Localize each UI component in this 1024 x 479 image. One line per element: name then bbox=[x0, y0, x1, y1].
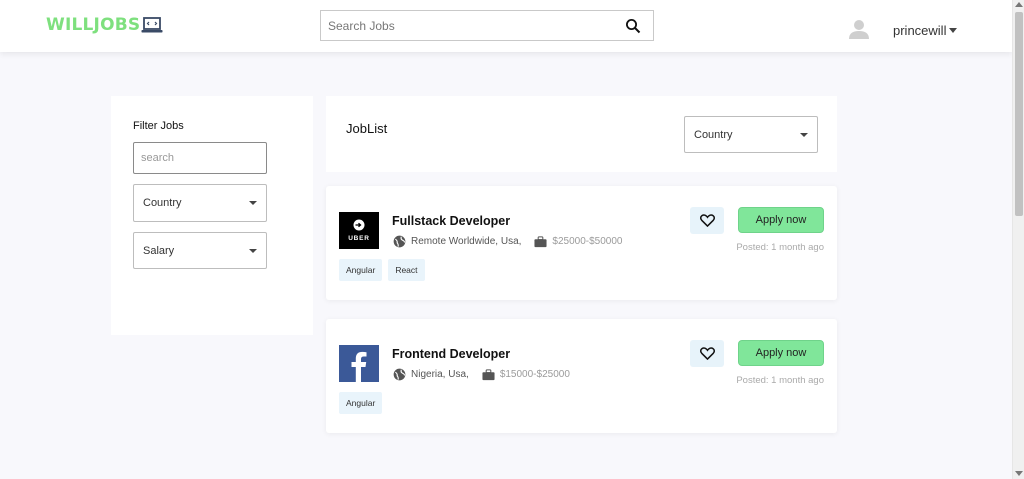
skill-tag[interactable]: Angular bbox=[339, 392, 383, 414]
job-tags: Angular bbox=[339, 392, 388, 414]
job-title[interactable]: Fullstack Developer bbox=[392, 214, 510, 228]
filter-title: Filter Jobs bbox=[133, 120, 184, 132]
globe-icon bbox=[393, 235, 406, 248]
job-card[interactable]: UBER Fullstack Developer Remote Worldwid… bbox=[326, 186, 837, 300]
filter-country-label: Country bbox=[143, 197, 182, 209]
top-navbar: WILLJOBS princewill bbox=[0, 0, 1012, 52]
facebook-logo-icon bbox=[339, 345, 379, 382]
favorite-button[interactable] bbox=[690, 340, 724, 367]
brand-logo[interactable]: WILLJOBS bbox=[46, 15, 163, 35]
job-meta: Remote Worldwide, Usa, $25000-$50000 bbox=[393, 235, 623, 248]
page-scrollbar[interactable] bbox=[1012, 0, 1024, 479]
filter-panel: Filter Jobs Country Salary bbox=[111, 96, 313, 335]
search-icon[interactable] bbox=[625, 18, 641, 34]
briefcase-icon bbox=[534, 235, 547, 247]
uber-logo-icon: UBER bbox=[339, 212, 379, 249]
caret-down-icon bbox=[949, 28, 958, 33]
briefcase-icon bbox=[482, 368, 495, 380]
heart-icon bbox=[699, 214, 715, 227]
filter-country-select[interactable]: Country bbox=[133, 184, 267, 222]
skill-tag[interactable]: Angular bbox=[339, 259, 383, 281]
heart-icon bbox=[699, 347, 715, 360]
user-avatar-icon[interactable] bbox=[849, 19, 869, 39]
job-card[interactable]: Frontend Developer Nigeria, Usa, $15000-… bbox=[326, 319, 837, 433]
favorite-button[interactable] bbox=[690, 207, 724, 234]
brand-logo-text: WILLJOBS bbox=[46, 15, 141, 35]
dropdown-caret-icon bbox=[249, 248, 257, 253]
dropdown-caret-icon bbox=[800, 132, 808, 137]
job-salary: $25000-$50000 bbox=[552, 236, 623, 247]
scrollbar-thumb[interactable] bbox=[1015, 12, 1023, 216]
username-label: princewill bbox=[893, 23, 947, 38]
posted-date: Posted: 1 month ago bbox=[736, 242, 824, 253]
job-salary: $15000-$25000 bbox=[499, 369, 570, 380]
dropdown-caret-icon bbox=[249, 201, 257, 205]
globe-icon bbox=[393, 368, 406, 381]
uber-logo-text: UBER bbox=[348, 235, 370, 242]
job-search-input[interactable] bbox=[321, 11, 625, 40]
scroll-up-arrow-icon[interactable] bbox=[1015, 2, 1023, 7]
apply-now-button[interactable]: Apply now bbox=[738, 340, 824, 366]
joblist-header: JobList Country bbox=[326, 96, 837, 172]
joblist-country-label: Country bbox=[694, 128, 733, 141]
skill-tag[interactable]: React bbox=[388, 259, 425, 281]
laptop-code-icon bbox=[141, 17, 163, 33]
job-title[interactable]: Frontend Developer bbox=[392, 347, 510, 361]
job-meta: Nigeria, Usa, $15000-$25000 bbox=[393, 368, 570, 381]
joblist-title: JobList bbox=[346, 121, 388, 136]
job-tags: Angular React bbox=[339, 259, 431, 281]
filter-salary-select[interactable]: Salary bbox=[133, 232, 267, 269]
joblist-country-select[interactable]: Country bbox=[684, 116, 818, 153]
scroll-down-arrow-icon[interactable] bbox=[1015, 471, 1023, 476]
job-location: Remote Worldwide, Usa, bbox=[411, 236, 522, 247]
posted-date: Posted: 1 month ago bbox=[736, 375, 824, 386]
job-search-bar bbox=[320, 10, 654, 41]
apply-now-button[interactable]: Apply now bbox=[738, 207, 824, 233]
filter-search-input[interactable] bbox=[133, 142, 267, 174]
filter-salary-label: Salary bbox=[143, 244, 175, 257]
job-location: Nigeria, Usa, bbox=[411, 369, 469, 380]
user-menu[interactable]: princewill bbox=[893, 23, 958, 38]
